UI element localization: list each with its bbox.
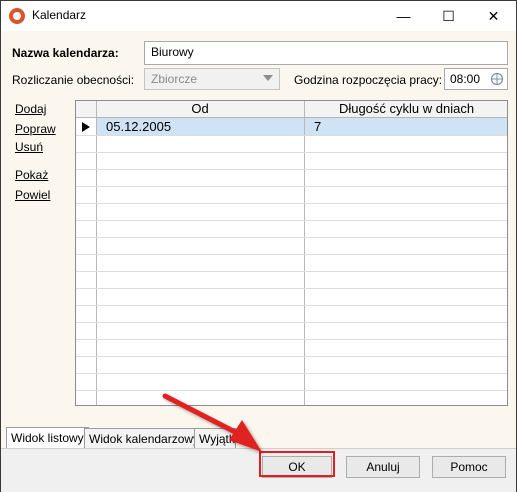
annotation-arrow-icon	[162, 393, 262, 452]
